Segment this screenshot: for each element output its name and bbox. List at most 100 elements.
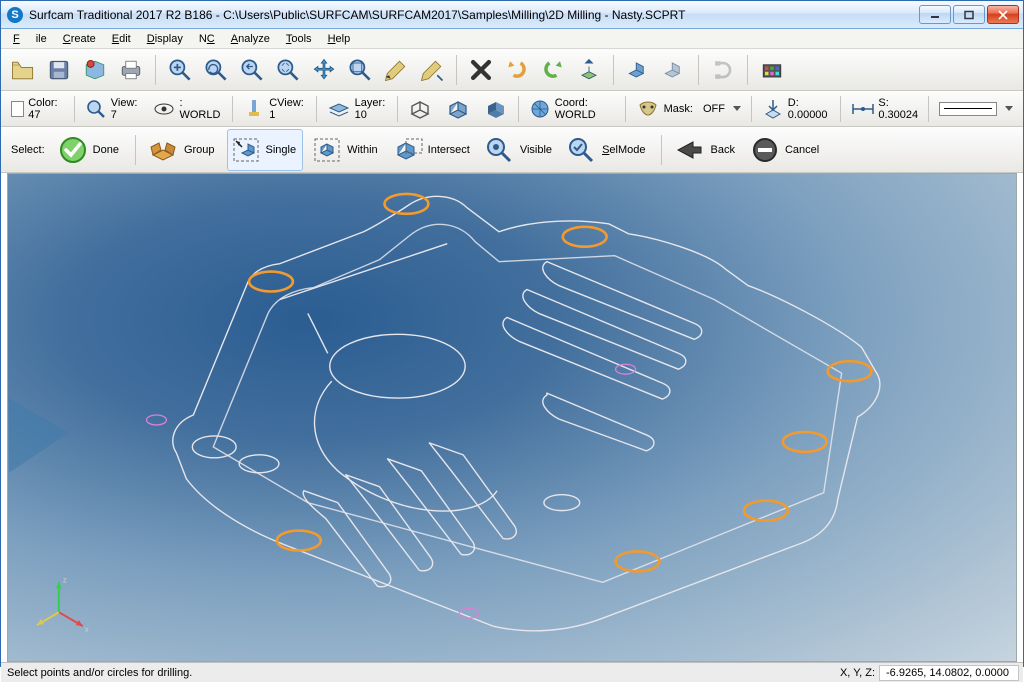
done-button[interactable]: Done xyxy=(55,130,125,170)
nc-manager-button[interactable] xyxy=(79,54,111,86)
app-icon: S xyxy=(7,7,23,23)
viewport[interactable]: z x xyxy=(7,173,1017,662)
hiddenline-icon xyxy=(446,97,470,121)
zoom-previous-button[interactable] xyxy=(236,54,268,86)
statusbar: Select points and/or circles for drillin… xyxy=(1,662,1023,682)
group-label: Group xyxy=(184,144,215,156)
wireframe-button[interactable] xyxy=(404,97,436,121)
back-label: Back xyxy=(710,144,734,156)
repaint-button[interactable] xyxy=(380,54,412,86)
toolbar-main xyxy=(1,49,1023,91)
single-button[interactable]: Single xyxy=(227,129,304,171)
status-message: Select points and/or circles for drillin… xyxy=(5,667,836,679)
maximize-button[interactable] xyxy=(953,5,985,24)
zoom-in-button[interactable] xyxy=(164,54,196,86)
save-button[interactable] xyxy=(43,54,75,86)
svg-text:z: z xyxy=(63,575,67,584)
titlebar: S Surfcam Traditional 2017 R2 B186 - C:\… xyxy=(1,1,1023,29)
group-button[interactable]: Group xyxy=(146,130,221,170)
xyz-label: X, Y, Z: xyxy=(840,667,875,679)
redo-button[interactable] xyxy=(537,54,569,86)
cancel-icon xyxy=(749,134,781,166)
s-label: S: 0.30024 xyxy=(878,97,918,121)
snap-button[interactable] xyxy=(707,54,739,86)
menu-help[interactable]: Help xyxy=(320,31,359,47)
palette-button[interactable] xyxy=(756,54,788,86)
mask-selector[interactable]: Mask: OFF xyxy=(632,97,745,121)
linestyle-selector[interactable] xyxy=(935,102,1017,116)
visible-button[interactable]: Visible xyxy=(482,130,558,170)
single-icon xyxy=(230,134,262,166)
world-selector[interactable]: : WORLD xyxy=(149,97,226,121)
coord-label: Coord: WORLD xyxy=(555,97,615,121)
within-button[interactable]: Within xyxy=(309,130,384,170)
world-label: : WORLD xyxy=(179,97,222,121)
layer-selector[interactable]: Layer: 10 xyxy=(323,97,392,121)
view-icon xyxy=(85,97,107,121)
pan-button[interactable] xyxy=(308,54,340,86)
print-button[interactable] xyxy=(115,54,147,86)
window-title: Surfcam Traditional 2017 R2 B186 - C:\Us… xyxy=(29,8,919,22)
menu-display[interactable]: Display xyxy=(139,31,191,47)
properties-button[interactable] xyxy=(573,54,605,86)
layer-label: Layer: 10 xyxy=(355,97,388,121)
delete-button[interactable] xyxy=(465,54,497,86)
selmode-button[interactable]: SelMode xyxy=(564,130,651,170)
done-label: Done xyxy=(93,144,119,156)
undo-button[interactable] xyxy=(501,54,533,86)
d-value[interactable]: D: 0.00000 xyxy=(758,97,834,121)
hidden-line-button[interactable] xyxy=(442,97,474,121)
menu-analyze[interactable]: Analyze xyxy=(223,31,278,47)
mask-label: Mask: xyxy=(664,103,693,115)
color-label: Color: 47 xyxy=(28,97,64,121)
menu-nc[interactable]: NC xyxy=(191,31,223,47)
cview-icon xyxy=(243,97,265,121)
show-elements-button[interactable] xyxy=(622,54,654,86)
coord-icon xyxy=(529,97,551,121)
toolbar-select: Select: Done Group Single Within Interse… xyxy=(1,127,1023,173)
minimize-button[interactable] xyxy=(919,5,951,24)
menu-tools[interactable]: Tools xyxy=(278,31,320,47)
cview-selector[interactable]: CView: 1 xyxy=(239,97,310,121)
coord-selector[interactable]: Coord: WORLD xyxy=(525,97,619,121)
intersect-button[interactable]: Intersect xyxy=(390,130,476,170)
menu-file[interactable]: File xyxy=(5,31,55,47)
regen-button[interactable] xyxy=(416,54,448,86)
menu-create[interactable]: Create xyxy=(55,31,104,47)
intersect-icon xyxy=(392,134,424,166)
menu-edit[interactable]: Edit xyxy=(104,31,139,47)
part-drawing: z x xyxy=(8,174,1016,661)
toolbar-properties: Color: 47 View: 7 : WORLD CView: 1 Layer… xyxy=(1,91,1023,127)
s-value[interactable]: S: 0.30024 xyxy=(846,97,922,121)
hide-elements-button[interactable] xyxy=(658,54,690,86)
menubar: File Create Edit Display NC Analyze Tool… xyxy=(1,29,1023,49)
selmode-label: SelMode xyxy=(602,144,645,156)
close-button[interactable] xyxy=(987,5,1019,24)
dropdown-icon xyxy=(733,106,741,111)
zoom-rotate-button[interactable] xyxy=(200,54,232,86)
back-button[interactable]: Back xyxy=(672,130,740,170)
cancel-button[interactable]: Cancel xyxy=(747,130,825,170)
zoom-fit-button[interactable] xyxy=(344,54,376,86)
depth-icon xyxy=(762,97,784,121)
color-swatch-icon xyxy=(11,101,24,117)
within-icon xyxy=(311,134,343,166)
shaded-button[interactable] xyxy=(480,97,512,121)
check-icon xyxy=(57,134,89,166)
d-label: D: 0.00000 xyxy=(788,97,830,121)
dropdown-icon xyxy=(1005,106,1013,111)
view-selector[interactable]: View: 7 xyxy=(81,97,144,121)
wireframe-icon xyxy=(408,97,432,121)
mask-icon xyxy=(636,97,660,121)
spacing-icon xyxy=(850,97,874,121)
visible-label: Visible xyxy=(520,144,552,156)
visible-icon xyxy=(484,134,516,166)
color-selector[interactable]: Color: 47 xyxy=(7,97,68,121)
linestyle-swatch xyxy=(939,102,997,116)
group-icon xyxy=(148,134,180,166)
svg-text:x: x xyxy=(85,625,89,634)
selmode-icon xyxy=(566,134,598,166)
cancel-label: Cancel xyxy=(785,144,819,156)
open-file-button[interactable] xyxy=(7,54,39,86)
zoom-dynamic-button[interactable] xyxy=(272,54,304,86)
